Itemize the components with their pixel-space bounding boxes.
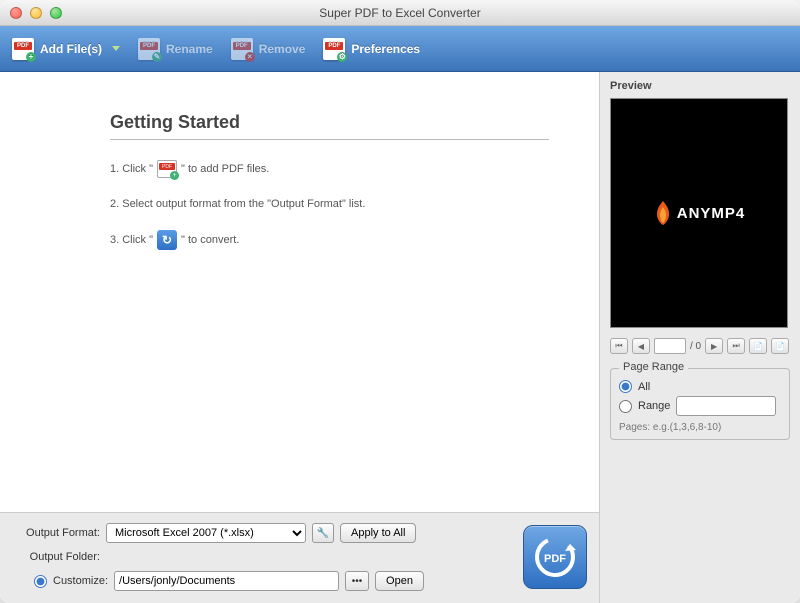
open-button[interactable]: Open (375, 571, 424, 591)
page-range-fieldset: Page Range All Range Pages: e.g.(1,3,6,8… (610, 368, 790, 440)
doc-button-1[interactable]: 📄 (749, 338, 767, 354)
step-2: 2. Select output format from the "Output… (110, 198, 549, 210)
next-page-button[interactable]: ▶ (705, 338, 723, 354)
convert-button[interactable]: PDF (523, 525, 587, 589)
body: Getting Started 1. Click " + " to add PD… (0, 72, 800, 603)
range-all-radio[interactable] (619, 380, 632, 393)
prev-page-button[interactable]: ◀ (632, 338, 650, 354)
output-folder-label: Output Folder: (12, 551, 100, 563)
preview-box: ANYMP4 (610, 98, 788, 328)
preferences-button[interactable]: ⚙ Preferences (323, 38, 420, 60)
apply-all-button[interactable]: Apply to All (340, 523, 416, 543)
pdf-preferences-icon: ⚙ (323, 38, 345, 60)
wrench-icon: 🔧 (317, 528, 329, 539)
convert-mini-icon: ↻ (157, 230, 177, 250)
pdf-remove-icon: × (231, 38, 253, 60)
pdf-add-mini-icon: + (157, 160, 177, 178)
remove-button[interactable]: × Remove (231, 38, 306, 60)
browse-button[interactable]: ••• (345, 571, 369, 591)
output-form: Output Format: Microsoft Excel 2007 (*.x… (12, 523, 511, 591)
range-all-label: All (638, 381, 650, 393)
range-input[interactable] (676, 396, 776, 416)
anymp4-logo: ANYMP4 (653, 200, 746, 226)
next-icon: ▶ (711, 342, 717, 351)
range-range-label: Range (638, 400, 670, 412)
doc-icon: 📄 (775, 342, 785, 351)
getting-started: Getting Started 1. Click " + " to add PD… (0, 72, 599, 512)
left-pane: Getting Started 1. Click " + " to add PD… (0, 72, 600, 603)
customize-label: Customize: (53, 575, 108, 587)
add-files-button[interactable]: + Add File(s) (12, 38, 120, 60)
app-window: Super PDF to Excel Converter + Add File(… (0, 0, 800, 603)
first-page-button[interactable]: ⏮ (610, 338, 628, 354)
last-icon: ⏭ (733, 341, 740, 351)
main-area: Getting Started 1. Click " + " to add PD… (0, 72, 599, 512)
page-total: / 0 (690, 341, 701, 352)
step-3: 3. Click " ↻ " to convert. (110, 230, 549, 250)
ellipsis-icon: ••• (352, 576, 363, 587)
rename-label: Rename (166, 42, 213, 56)
doc-icon: 📄 (753, 342, 763, 351)
pager: ⏮ ◀ / 0 ▶ ⏭ 📄 📄 (610, 338, 790, 354)
toolbar: + Add File(s) ✎ Rename × Remove ⚙ Prefer… (0, 26, 800, 72)
page-input[interactable] (654, 338, 686, 354)
prev-icon: ◀ (638, 342, 644, 351)
divider (110, 139, 549, 140)
pdf-rename-icon: ✎ (138, 38, 160, 60)
output-panel: Output Format: Microsoft Excel 2007 (*.x… (0, 512, 599, 603)
range-range-radio[interactable] (619, 400, 632, 413)
right-pane: Preview ANYMP4 ⏮ ◀ / 0 ▶ ⏭ 📄 📄 (600, 72, 800, 603)
doc-button-2[interactable]: 📄 (771, 338, 789, 354)
step-1: 1. Click " + " to add PDF files. (110, 160, 549, 178)
range-hint: Pages: e.g.(1,3,6,8-10) (619, 422, 781, 433)
last-page-button[interactable]: ⏭ (727, 338, 745, 354)
page-range-legend: Page Range (619, 361, 688, 373)
preferences-label: Preferences (351, 42, 420, 56)
settings-button[interactable]: 🔧 (312, 523, 334, 543)
convert-icon: PDF (532, 534, 578, 580)
customize-radio[interactable] (34, 575, 47, 588)
window-title: Super PDF to Excel Converter (0, 6, 800, 20)
output-path-input[interactable] (114, 571, 339, 591)
first-icon: ⏮ (615, 341, 622, 351)
dropdown-icon (112, 46, 120, 51)
titlebar: Super PDF to Excel Converter (0, 0, 800, 26)
getting-started-heading: Getting Started (110, 112, 549, 133)
add-files-label: Add File(s) (40, 42, 102, 56)
output-format-select[interactable]: Microsoft Excel 2007 (*.xlsx) (106, 523, 306, 543)
remove-label: Remove (259, 42, 306, 56)
flame-icon (653, 200, 673, 226)
preview-title: Preview (610, 78, 790, 94)
logo-text: ANYMP4 (677, 205, 746, 222)
svg-text:PDF: PDF (544, 553, 566, 565)
pdf-add-icon: + (12, 38, 34, 60)
output-format-label: Output Format: (12, 527, 100, 539)
rename-button[interactable]: ✎ Rename (138, 38, 213, 60)
